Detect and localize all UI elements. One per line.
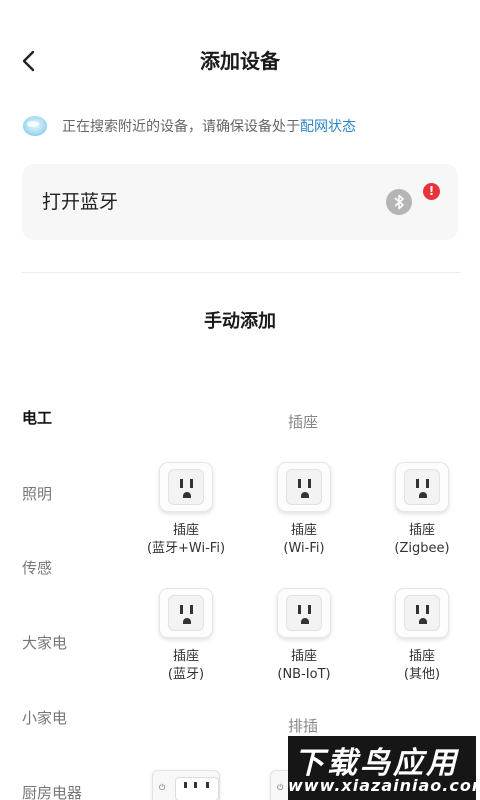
device-tile-label: 插座 (蓝牙+Wi-Fi) <box>146 523 226 556</box>
category-item-lighting[interactable]: 照明 <box>22 484 52 504</box>
bluetooth-icon[interactable] <box>386 189 412 215</box>
outlet-icon <box>277 588 331 638</box>
category-item-kitchen[interactable]: 厨房电器 <box>22 783 82 800</box>
category-item-electrical[interactable]: 电工 <box>22 408 52 428</box>
group-title-power-strip: 排插 <box>288 717 319 735</box>
outlet-icon <box>159 588 213 638</box>
power-strip-icon[interactable]: ⏻ <box>152 770 220 800</box>
divider <box>22 272 460 273</box>
manual-add-title: 手动添加 <box>204 311 276 332</box>
category-item-small-appliance[interactable]: 小家电 <box>22 708 67 728</box>
outlet-icon <box>395 462 449 512</box>
search-status: 正在搜索附近的设备，请确保设备处于 配网状态 <box>22 112 462 140</box>
outlet-icon <box>395 588 449 638</box>
alert-badge-icon: ! <box>423 183 440 200</box>
device-tile-label: 插座 (其他) <box>403 649 441 682</box>
device-tile-label: 插座 (Wi-Fi) <box>283 523 325 556</box>
bluetooth-label: 打开蓝牙 <box>42 191 119 213</box>
outlet-icon <box>277 462 331 512</box>
device-tile-label: 插座 (Zigbee) <box>394 523 450 556</box>
device-tile-label: 插座 (NB-IoT) <box>277 649 331 682</box>
watermark-logo: 下载鸟应用 www.xiazainiao.com <box>288 736 476 800</box>
network-mode-link[interactable]: 配网状态 <box>300 116 356 136</box>
searching-cloud-icon <box>23 116 47 136</box>
watermark-url-text: www.xiazainiao.com <box>288 776 476 795</box>
outlet-icon <box>159 462 213 512</box>
page-title: 添加设备 <box>200 49 280 73</box>
category-item-sensor[interactable]: 传感 <box>22 558 52 578</box>
group-title-socket: 插座 <box>288 413 319 431</box>
device-tile-label: 插座 (蓝牙) <box>167 649 205 682</box>
search-status-text: 正在搜索附近的设备，请确保设备处于 <box>62 119 300 135</box>
header: 添加设备 <box>0 0 480 120</box>
category-item-large-appliance[interactable]: 大家电 <box>22 633 67 653</box>
